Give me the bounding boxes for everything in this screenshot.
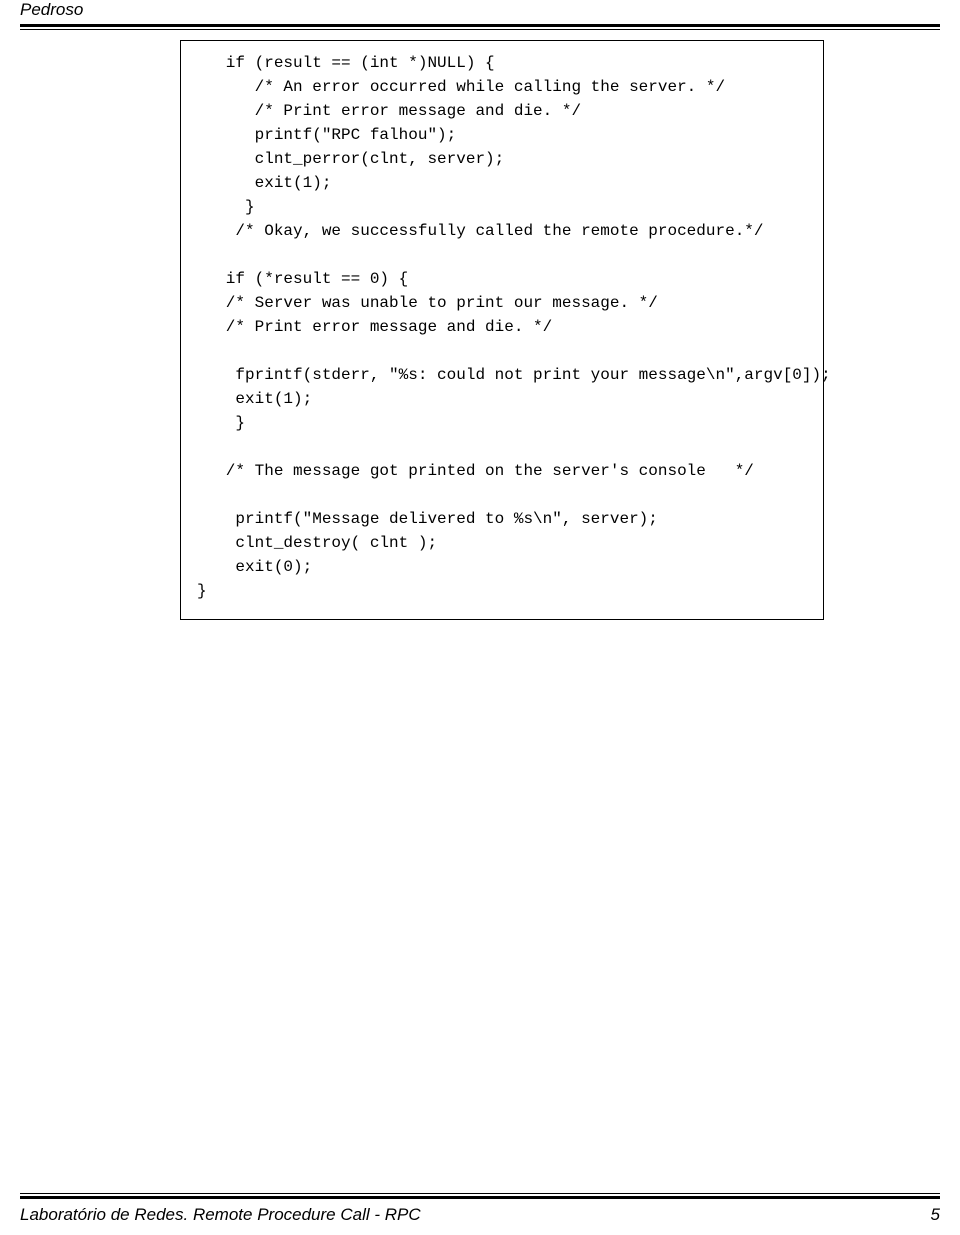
page-number: 5 xyxy=(931,1205,940,1225)
page-footer: Laboratório de Redes. Remote Procedure C… xyxy=(0,1193,960,1225)
footer-text: Laboratório de Redes. Remote Procedure C… xyxy=(20,1205,421,1225)
footer-rule-thick xyxy=(20,1196,940,1199)
code-content: if (result == (int *)NULL) { /* An error… xyxy=(197,54,831,600)
page-header: Pedroso xyxy=(0,0,960,30)
code-listing: if (result == (int *)NULL) { /* An error… xyxy=(180,40,824,620)
header-rule-thin xyxy=(20,29,940,30)
header-author: Pedroso xyxy=(20,0,940,22)
footer-rule-thin xyxy=(20,1193,940,1194)
header-rule-thick xyxy=(20,24,940,27)
